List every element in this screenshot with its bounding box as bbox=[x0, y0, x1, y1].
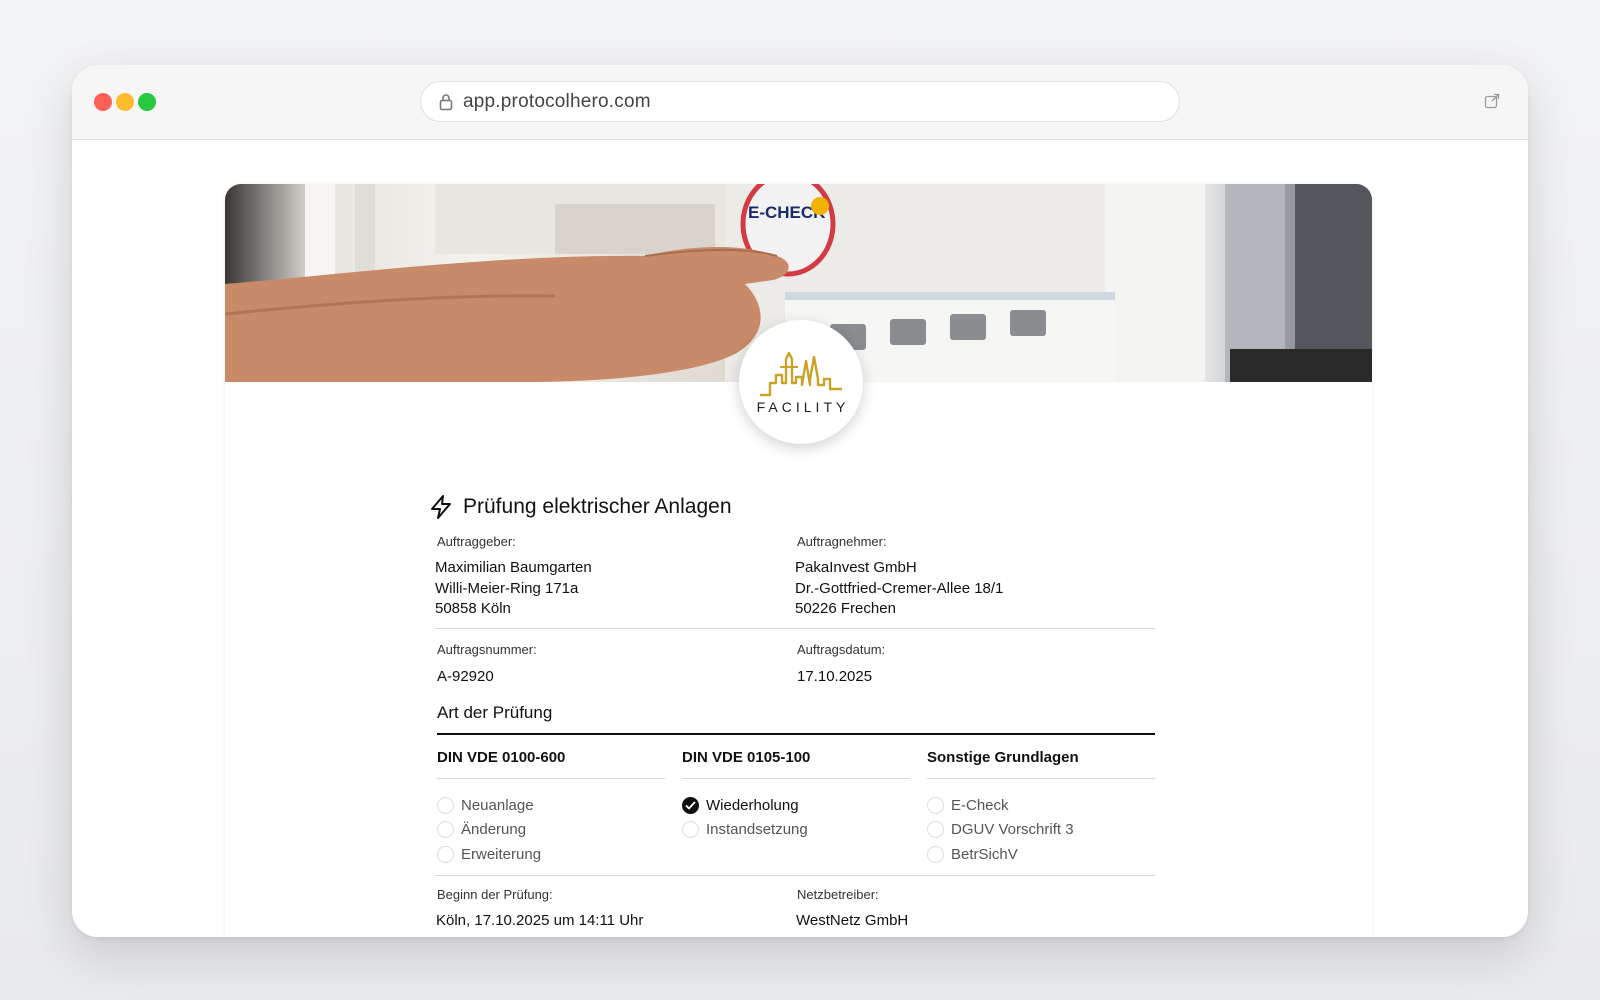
checkbox-checked[interactable] bbox=[682, 796, 699, 814]
option-label: Erweiterung bbox=[461, 845, 542, 863]
order-date-label: Auftragsdatum: bbox=[797, 641, 886, 657]
maximize-window-button[interactable] bbox=[138, 93, 156, 111]
option-neuanlage[interactable]: Neuanlage bbox=[435, 793, 665, 818]
client-label: Auftraggeber: bbox=[437, 534, 516, 549]
order-number-label: Auftragsnummer: bbox=[437, 641, 537, 657]
contractor-city: 50226 Frechen bbox=[795, 600, 896, 617]
checkmark-icon bbox=[685, 801, 696, 810]
client-street: Willi-Meier-Ring 171a bbox=[435, 579, 579, 597]
browser-window: app.protocolhero.com E-CHECK FACILITY Pr… bbox=[72, 65, 1528, 937]
option-wiederholung[interactable]: Wiederholung bbox=[680, 793, 910, 818]
option-label: Wiederholung bbox=[706, 796, 799, 814]
schedule-section: Beginn der Prüfung: Köln, 17.10.2025 um … bbox=[435, 887, 1155, 932]
option-instandsetzung[interactable]: Instandsetzung bbox=[680, 818, 910, 843]
window-controls bbox=[94, 93, 156, 111]
checkbox[interactable] bbox=[927, 845, 944, 863]
start-label: Beginn der Prüfung: bbox=[437, 886, 553, 902]
option-betrsichv[interactable]: BetrSichV bbox=[925, 842, 1155, 867]
grid-operator-label: Netzbetreiber: bbox=[797, 886, 879, 902]
external-link-icon[interactable] bbox=[1484, 93, 1500, 109]
inspection-form: Prüfung elektrischer Anlagen Auftraggebe… bbox=[431, 494, 1155, 932]
contractor-name: PakaInvest GmbH bbox=[795, 559, 917, 576]
form-header: Prüfung elektrischer Anlagen bbox=[429, 494, 1155, 520]
inspection-type-columns: DIN VDE 0100-600 Neuanlage Änderung Erwe… bbox=[435, 749, 1155, 867]
browser-titlebar: app.protocolhero.com bbox=[72, 65, 1528, 140]
checkbox[interactable] bbox=[927, 796, 944, 814]
type-column-vde-0100: DIN VDE 0100-600 Neuanlage Änderung Erwe… bbox=[435, 749, 665, 867]
order-number-value: A-92920 bbox=[437, 667, 494, 685]
client-address: Maximilian Baumgarten Willi-Meier-Ring 1… bbox=[435, 558, 795, 620]
page-title: Prüfung elektrischer Anlagen bbox=[463, 495, 732, 518]
contractor-street: Dr.-Gottfried-Cremer-Allee 18/1 bbox=[795, 579, 1004, 597]
start-value: Köln, 17.10.2025 um 14:11 Uhr bbox=[436, 911, 644, 929]
type-column-sonstige: Sonstige Grundlagen E-Check DGUV Vorschr… bbox=[925, 749, 1155, 867]
option-dguv-v3[interactable]: DGUV Vorschrift 3 bbox=[925, 818, 1155, 843]
lock-icon bbox=[439, 93, 453, 110]
divider bbox=[435, 874, 1155, 876]
order-number-block: Auftragsnummer: A-92920 bbox=[435, 642, 795, 688]
grid-operator-block: Netzbetreiber: WestNetz GmbH bbox=[795, 887, 1155, 932]
client-city: 50858 Köln bbox=[435, 600, 511, 617]
skyline-logo-icon bbox=[760, 351, 842, 397]
type-column-heading: DIN VDE 0105-100 bbox=[682, 749, 910, 779]
page-content: E-CHECK FACILITY Prüfung elektrischer An… bbox=[72, 141, 1528, 937]
checkbox[interactable] bbox=[927, 821, 944, 839]
option-erweiterung[interactable]: Erweiterung bbox=[435, 842, 665, 867]
order-section: Auftragsnummer: A-92920 Auftragsdatum: 1… bbox=[435, 642, 1155, 688]
parties-section: Auftraggeber: Maximilian Baumgarten Will… bbox=[435, 534, 1155, 620]
option-label: DGUV Vorschrift 3 bbox=[951, 821, 1074, 839]
option-aenderung[interactable]: Änderung bbox=[435, 818, 665, 843]
address-bar[interactable]: app.protocolhero.com bbox=[420, 81, 1180, 122]
start-block: Beginn der Prüfung: Köln, 17.10.2025 um … bbox=[435, 887, 795, 932]
client-name: Maximilian Baumgarten bbox=[435, 559, 592, 576]
order-date-block: Auftragsdatum: 17.10.2025 bbox=[795, 642, 1155, 688]
checkbox[interactable] bbox=[682, 821, 699, 839]
divider bbox=[435, 627, 1155, 629]
type-column-vde-0105: DIN VDE 0105-100 Wiederholung Instandset… bbox=[680, 749, 910, 867]
contractor-label: Auftragnehmer: bbox=[797, 534, 887, 549]
logo-wordmark: FACILITY bbox=[756, 399, 850, 415]
client-block: Auftraggeber: Maximilian Baumgarten Will… bbox=[435, 534, 795, 620]
minimize-window-button[interactable] bbox=[116, 93, 134, 111]
protocol-card: E-CHECK FACILITY Prüfung elektrischer An… bbox=[225, 184, 1372, 937]
option-label: Änderung bbox=[461, 821, 527, 839]
inspection-type-heading: Art der Prüfung bbox=[437, 703, 1155, 735]
option-e-check[interactable]: E-Check bbox=[925, 793, 1155, 818]
lightning-bolt-icon bbox=[431, 495, 451, 519]
type-column-heading: DIN VDE 0100-600 bbox=[437, 749, 665, 779]
url-text: app.protocolhero.com bbox=[463, 90, 651, 112]
option-label: Instandsetzung bbox=[706, 821, 808, 839]
contractor-block: Auftragnehmer: PakaInvest GmbH Dr.-Gottf… bbox=[795, 534, 1155, 620]
option-label: BetrSichV bbox=[951, 845, 1018, 863]
close-window-button[interactable] bbox=[94, 93, 112, 111]
order-date-value: 17.10.2025 bbox=[797, 667, 873, 685]
grid-operator-value: WestNetz GmbH bbox=[796, 911, 909, 929]
type-column-heading: Sonstige Grundlagen bbox=[927, 749, 1155, 779]
option-label: E-Check bbox=[951, 796, 1009, 814]
option-label: Neuanlage bbox=[461, 796, 534, 814]
checkbox[interactable] bbox=[437, 821, 454, 839]
company-logo: FACILITY bbox=[739, 320, 863, 444]
contractor-address: PakaInvest GmbH Dr.-Gottfried-Cremer-All… bbox=[795, 558, 1155, 620]
checkbox[interactable] bbox=[437, 796, 454, 814]
checkbox[interactable] bbox=[437, 845, 454, 863]
